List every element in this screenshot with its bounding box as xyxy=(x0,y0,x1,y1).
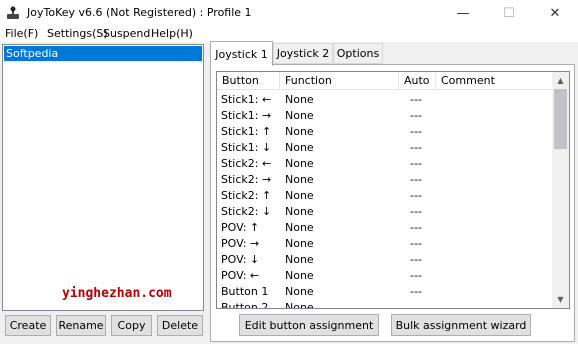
menu-help[interactable]: Help(H) xyxy=(151,27,193,40)
scroll-up-icon[interactable]: ▲ xyxy=(552,72,569,89)
profile-list[interactable]: Softpedia xyxy=(2,44,204,311)
copy-button[interactable]: Copy xyxy=(111,315,152,336)
row-function: None xyxy=(285,221,314,234)
bulk-assignment-wizard-button[interactable]: Bulk assignment wizard xyxy=(391,314,531,336)
maximize-button[interactable]: ☐ xyxy=(486,0,532,26)
edit-button-assignment-button[interactable]: Edit button assignment xyxy=(239,314,379,336)
row-function: None xyxy=(285,109,314,122)
row-auto: --- xyxy=(410,285,422,298)
table-row[interactable]: POV: → None --- xyxy=(217,236,553,252)
menu-file[interactable]: File(F) xyxy=(5,27,38,40)
row-button: Stick1: ↓ xyxy=(221,141,272,154)
row-button: Stick1: ← xyxy=(221,93,272,106)
row-function: None xyxy=(285,253,314,266)
table-row[interactable]: Stick1: ↓ None --- xyxy=(217,140,553,156)
profile-item-softpedia[interactable]: Softpedia xyxy=(4,46,202,61)
table-row[interactable]: Stick2: ↓ None --- xyxy=(217,204,553,220)
column-header-comment[interactable]: Comment xyxy=(436,72,553,90)
tab-options[interactable]: Options xyxy=(333,43,383,64)
table-row[interactable]: Stick2: ← None --- xyxy=(217,156,553,172)
delete-button[interactable]: Delete xyxy=(157,315,203,336)
table-row[interactable]: Stick1: ↑ None --- xyxy=(217,124,553,140)
row-button: Button 2 xyxy=(221,301,269,309)
table-row[interactable]: Stick2: → None --- xyxy=(217,172,553,188)
column-header-auto[interactable]: Auto xyxy=(399,72,436,90)
row-button: POV: ↑ xyxy=(221,221,260,234)
table-row[interactable]: Button 2 None xyxy=(217,300,553,309)
row-auto: --- xyxy=(410,93,422,106)
title-bar: JoyToKey v6.6 (Not Registered) : Profile… xyxy=(0,0,578,26)
row-auto: --- xyxy=(410,253,422,266)
menu-bar: File(F) Settings(S) Suspend Help(H) xyxy=(0,26,578,42)
row-function: None xyxy=(285,189,314,202)
row-auto: --- xyxy=(410,237,422,250)
tab-joystick-2[interactable]: Joystick 2 xyxy=(273,43,333,64)
table-row[interactable]: POV: ↑ None --- xyxy=(217,220,553,236)
tab-joystick-1[interactable]: Joystick 1 xyxy=(210,41,273,66)
row-button: Stick2: ↑ xyxy=(221,189,272,202)
row-function: None xyxy=(285,205,314,218)
row-function: None xyxy=(285,141,314,154)
watermark-text: yinghezhan.com xyxy=(62,286,172,301)
row-button: Stick1: ↑ xyxy=(221,125,272,138)
row-function: None xyxy=(285,301,314,309)
row-button: POV: → xyxy=(221,237,260,250)
row-function: None xyxy=(285,125,314,138)
close-button[interactable]: ✕ xyxy=(532,0,578,26)
row-auto: --- xyxy=(410,221,422,234)
row-function: None xyxy=(285,93,314,106)
row-button: Stick1: → xyxy=(221,109,272,122)
row-auto: --- xyxy=(410,141,422,154)
row-button: Button 1 xyxy=(221,285,269,298)
scroll-down-icon[interactable]: ▼ xyxy=(552,291,569,308)
joystick-app-icon xyxy=(7,6,19,19)
row-auto: --- xyxy=(410,157,422,170)
menu-settings[interactable]: Settings(S) xyxy=(47,27,108,40)
row-function: None xyxy=(285,173,314,186)
row-button: POV: ← xyxy=(221,269,260,282)
row-auto: --- xyxy=(410,125,422,138)
column-header-button[interactable]: Button xyxy=(217,72,280,90)
table-row[interactable]: POV: ← None --- xyxy=(217,268,553,284)
row-auto: --- xyxy=(410,173,422,186)
row-function: None xyxy=(285,237,314,250)
row-auto: --- xyxy=(410,189,422,202)
row-function: None xyxy=(285,285,314,298)
table-row[interactable]: POV: ↓ None --- xyxy=(217,252,553,268)
row-auto: --- xyxy=(410,269,422,282)
table-row[interactable]: Stick2: ↑ None --- xyxy=(217,188,553,204)
row-auto: --- xyxy=(410,109,422,122)
row-function: None xyxy=(285,157,314,170)
table-row[interactable]: Stick1: → None --- xyxy=(217,108,553,124)
row-button: Stick2: → xyxy=(221,173,272,186)
row-button: POV: ↓ xyxy=(221,253,260,266)
window-title: JoyToKey v6.6 (Not Registered) : Profile… xyxy=(27,6,252,19)
scroll-thumb[interactable] xyxy=(554,89,567,149)
column-header-function[interactable]: Function xyxy=(280,72,399,90)
vertical-scrollbar[interactable]: ▲ ▼ xyxy=(552,72,569,308)
minimize-button[interactable]: — xyxy=(440,0,486,26)
row-auto: --- xyxy=(410,205,422,218)
rename-button[interactable]: Rename xyxy=(56,315,106,336)
menu-suspend[interactable]: Suspend xyxy=(103,27,150,40)
assignment-table[interactable]: Button Function Auto Comment Stick1: ← No… xyxy=(216,71,570,309)
create-button[interactable]: Create xyxy=(5,315,51,336)
row-function: None xyxy=(285,269,314,282)
row-button: Stick2: ↓ xyxy=(221,205,272,218)
table-row[interactable]: Stick1: ← None --- xyxy=(217,92,553,108)
row-button: Stick2: ← xyxy=(221,157,272,170)
table-row[interactable]: Button 1 None --- xyxy=(217,284,553,300)
